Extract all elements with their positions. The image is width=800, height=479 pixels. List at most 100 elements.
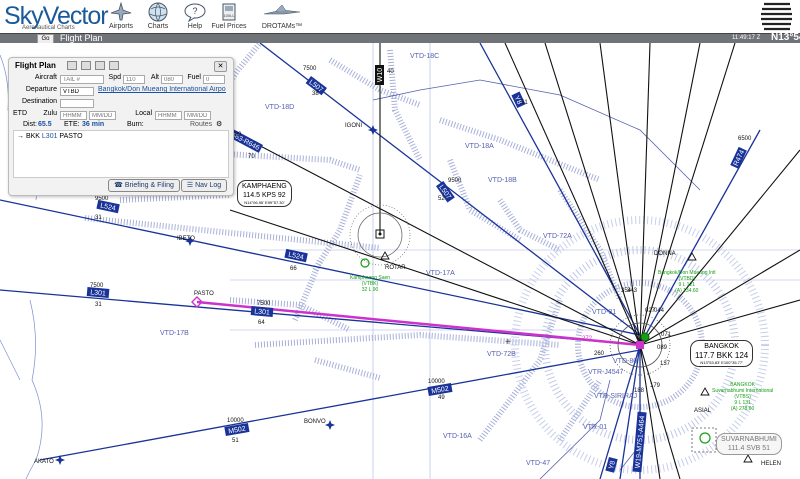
zulu-time-input[interactable]	[60, 111, 87, 120]
svg-text:31: 31	[95, 215, 102, 221]
svg-text:49: 49	[438, 395, 445, 401]
airspace-label: VTD-16A	[443, 433, 472, 440]
svg-text:38: 38	[312, 91, 319, 97]
airplane-icon	[110, 2, 132, 21]
logo-subtitle: Aeronautical Charts	[22, 25, 75, 31]
vor-box-bangkok[interactable]: BANGKOK 117.7 BKK 124 N13°53.83' E100°35…	[690, 340, 754, 367]
airport-freq: (A) 278.60	[730, 406, 755, 412]
svg-text:L301: L301	[254, 308, 270, 316]
local-date-input[interactable]	[184, 111, 211, 120]
nav-fuel-prices[interactable]: 100LL Fuel Prices	[206, 0, 252, 30]
svg-text:7500: 7500	[257, 301, 271, 307]
briefing-icon: ☎	[114, 182, 123, 189]
airspace-label: VTD-80	[613, 358, 638, 365]
vor-frequency: 111.4 SVB 51	[727, 445, 771, 452]
aircraft-label: Aircraft	[34, 74, 57, 81]
close-icon[interactable]: ✕	[214, 61, 227, 72]
radial-label: 188	[634, 388, 645, 394]
aircraft-input[interactable]	[60, 75, 104, 84]
nav-log-label: Nav Log	[195, 182, 222, 189]
briefing-filing-button[interactable]: ☎ Briefing & Filing	[108, 179, 180, 192]
map-center-cross: +	[505, 337, 511, 348]
airspace-label: VTR-SIRIRAJ	[594, 393, 638, 400]
svg-text:64: 64	[258, 320, 265, 326]
list-icon: ☰	[186, 182, 194, 189]
gear-icon[interactable]: ⚙	[216, 120, 222, 128]
fix-label-akato: AKATO	[34, 459, 54, 465]
speed-input[interactable]	[123, 75, 145, 84]
svg-text:9500: 9500	[448, 178, 462, 184]
share-icon[interactable]	[109, 61, 119, 70]
nav-drotams-label: DROTAMs™	[261, 23, 303, 30]
open-folder-icon[interactable]	[81, 61, 91, 70]
svg-text:70: 70	[248, 154, 255, 160]
radial-label: 137	[660, 361, 671, 367]
altitude-label: Alt	[150, 74, 159, 81]
dist-label: Dist:	[23, 121, 37, 128]
airspace-label: VTD-17B	[160, 330, 189, 337]
nav-log-button[interactable]: ☰ Nav Log	[181, 179, 227, 192]
save-icon[interactable]	[95, 61, 105, 70]
vtbd-airport-symbol	[640, 332, 650, 342]
svg-text:66: 66	[290, 266, 297, 272]
help-icon: ?	[184, 3, 206, 22]
fix-label-helen: HELEN	[761, 461, 782, 467]
airport-freq: (A) 134.60	[675, 288, 699, 294]
airport-label-vtbk: Kamphaeng Saen (VTBK) 32 L 90	[350, 275, 390, 293]
top-header: SkyVector Aeronautical Charts Airports C…	[0, 0, 800, 33]
new-plan-icon[interactable]	[67, 61, 77, 70]
departure-input[interactable]	[60, 87, 94, 96]
nav-drotams[interactable]: DROTAMs™	[256, 0, 308, 30]
vor-coords: N13°53.83' E100°35.77'	[700, 360, 743, 365]
globe-icon	[148, 2, 168, 22]
radial-label: 260	[594, 351, 605, 357]
route-text: → BKK L301 PASTO	[17, 133, 83, 140]
route-token: BKK	[25, 133, 42, 140]
svg-text:52: 52	[438, 196, 445, 202]
svg-text:40: 40	[387, 69, 394, 75]
airspace-label: VTD-18B	[488, 177, 517, 184]
burn-label: Burn:	[127, 121, 144, 128]
drone-icon	[263, 4, 301, 15]
vor-frequency: 117.7 BKK 124	[695, 351, 749, 360]
vor-name: KAMPHAENG	[242, 183, 287, 190]
fix-label-donna: DONNA	[654, 251, 676, 257]
vor-name: BANGKOK	[704, 343, 739, 350]
airspace-label: VTD-72A	[543, 233, 572, 240]
airport-label-vtbd: Bangkok/Don Mueang Intl (VTBD) 9 L 121 (…	[658, 270, 716, 294]
svg-text:31: 31	[95, 302, 102, 308]
svg-text:L301: L301	[90, 289, 106, 297]
vor-box-suvarnabhumi[interactable]: SUVARNABHUMI 111.4 SVB 51	[716, 433, 782, 455]
departure-label: Departure	[25, 86, 57, 93]
destination-label: Destination	[21, 98, 57, 105]
svg-text:?: ?	[192, 6, 197, 16]
airspace-label: VTD-81	[592, 309, 617, 316]
routes-button[interactable]: Routes	[190, 121, 212, 128]
airspace-label: VTD-18D	[265, 104, 295, 111]
fix-label-rotar: ROTAR	[385, 265, 406, 271]
altitude-input[interactable]	[161, 75, 183, 84]
airspace-label: VTD-17A	[426, 270, 455, 277]
route-waypoint-bkk[interactable]	[636, 341, 644, 349]
departure-airport-link[interactable]: Bangkok/Don Mueang International Airport	[98, 86, 226, 93]
dist-value: 65.5	[38, 121, 52, 128]
airport-info: 32 L 90	[361, 287, 379, 293]
radial-label: 044	[654, 308, 665, 314]
fuel-input[interactable]	[203, 75, 225, 84]
vor-box-kamphaeng[interactable]: KAMPHAENG 114.5 KPS 92 N14°06.95' E99°57…	[237, 180, 292, 207]
destination-input[interactable]	[60, 99, 94, 108]
etd-label: ETD	[13, 110, 27, 117]
flight-plan-panel: Flight Plan ✕ Aircraft Spd Alt Fuel Depa…	[8, 57, 234, 196]
svg-text:6500: 6500	[738, 136, 752, 142]
svg-text:7500: 7500	[90, 283, 104, 289]
nav-fuel-prices-label: Fuel Prices	[211, 23, 247, 30]
zulu-date-input[interactable]	[89, 111, 116, 120]
route-textarea[interactable]: → BKK L301 PASTO	[13, 130, 229, 178]
svg-text:9500: 9500	[95, 196, 109, 202]
fix-label-igoni: IGONI	[345, 123, 363, 129]
flight-plan-title: Flight Plan	[15, 61, 56, 70]
local-label: Local	[135, 110, 152, 117]
local-time-input[interactable]	[155, 111, 182, 120]
svg-text:7500: 7500	[303, 66, 317, 72]
fix-label-ibeto: IBETO	[177, 236, 195, 242]
